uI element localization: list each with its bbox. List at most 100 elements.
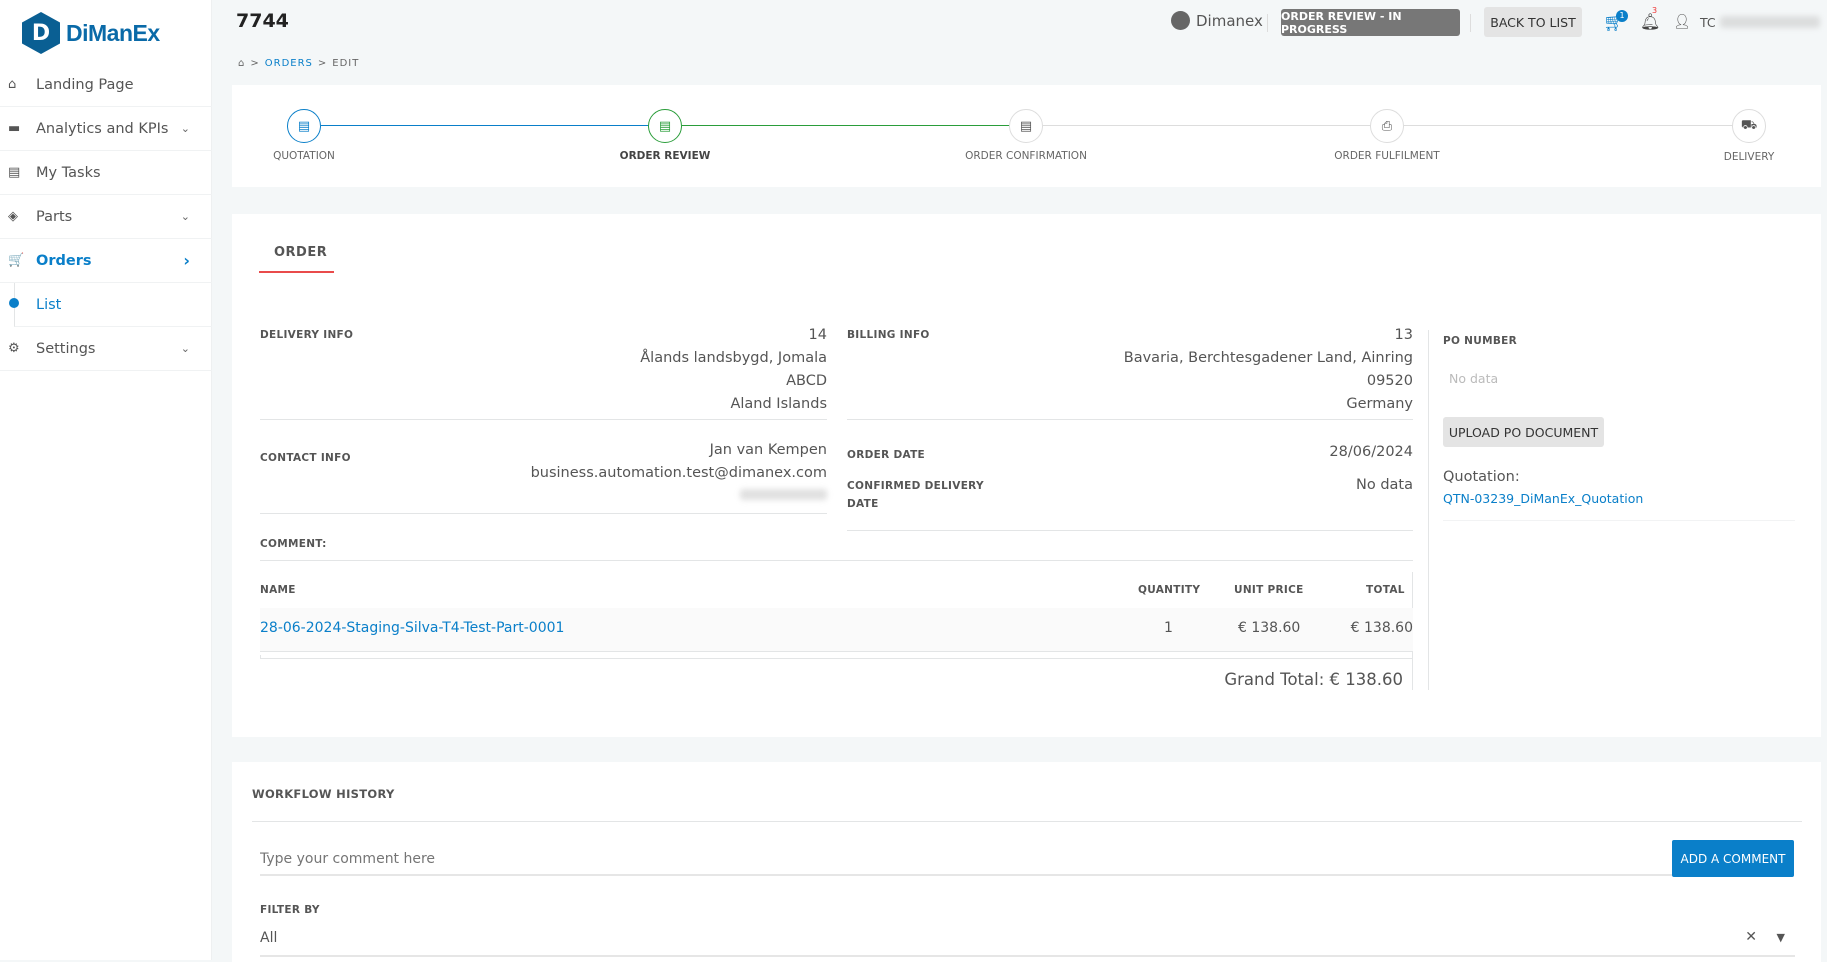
divider [1267, 14, 1268, 32]
filter-by-label: FILTER BY [260, 904, 320, 916]
filter-select[interactable]: All ✕ ▼ [260, 925, 1795, 957]
step-fulfilment-printer-icon[interactable]: ⎙ [1370, 109, 1404, 143]
sidebar-item-parts[interactable]: ◈ Parts ⌄ [0, 195, 212, 239]
user-icon[interactable]: 👤︎ [1673, 14, 1691, 30]
upload-po-document-button[interactable]: UPLOAD PO DOCUMENT [1443, 417, 1604, 447]
billing-info-label: BILLING INFO [847, 329, 930, 341]
sidebar-item-landing-page[interactable]: ⌂ Landing Page [0, 63, 212, 107]
step-quotation-clipboard-icon[interactable]: ▤ [287, 109, 321, 143]
home-icon: ⌂ [8, 77, 17, 92]
step-delivery-truck-icon[interactable]: ⛟ [1732, 109, 1766, 143]
sidebar-item-settings[interactable]: ⚙ Settings ⌄ [0, 327, 212, 371]
home-icon[interactable]: ⌂ [238, 58, 245, 69]
comment-label: COMMENT: [260, 538, 327, 550]
confirmed-delivery-value: No data [1356, 477, 1413, 493]
divider [260, 419, 827, 420]
confirmed-delivery-label: CONFIRMED DELIVERY DATE [847, 480, 984, 510]
clear-icon[interactable]: ✕ [1745, 929, 1757, 945]
step-connector [321, 125, 665, 126]
po-number-label: PO NUMBER [1443, 335, 1518, 347]
delivery-info-value: 14 Ålands landsbygd, Jomala ABCD Aland I… [640, 324, 827, 416]
chevron-down-icon: ⌄ [180, 122, 190, 135]
briefcase-icon: ▬ [8, 121, 21, 136]
table-row: 28-06-2024-Staging-Silva-T4-Test-Part-00… [260, 608, 1413, 652]
divider [260, 513, 827, 514]
quotation-label: Quotation: [1443, 469, 1520, 485]
contact-info-value: Jan van Kempen business.automation.test@… [531, 439, 827, 485]
tab-order[interactable]: ORDER [274, 245, 327, 260]
divider [252, 821, 1802, 822]
active-dot-icon [9, 298, 19, 308]
notifications-button[interactable]: 🔔︎ 3 [1640, 6, 1661, 31]
org-selector[interactable]: Dimanex [1171, 11, 1263, 30]
table-header-unit-price: UNIT PRICE [1234, 584, 1304, 596]
sidebar: D DiManEx ⌂ Landing Page ▬ Analytics and… [0, 0, 212, 960]
billing-line: 13 [1394, 327, 1413, 343]
divider [847, 419, 1413, 420]
sidebar-item-analytics[interactable]: ▬ Analytics and KPIs ⌄ [0, 107, 212, 151]
breadcrumb-separator: > [317, 58, 328, 69]
step-label: DELIVERY [1723, 151, 1775, 163]
add-comment-button[interactable]: ADD A COMMENT [1672, 840, 1794, 877]
delivery-info-label: DELIVERY INFO [260, 329, 354, 341]
billing-line: Germany [1346, 396, 1413, 412]
logo[interactable]: D DiManEx [22, 12, 160, 54]
sidebar-item-orders[interactable]: 🛒 Orders › [0, 239, 212, 283]
user-name-redacted [1720, 16, 1820, 28]
breadcrumb-separator: > [250, 58, 260, 69]
sidebar-subitem-list[interactable]: List [9, 283, 212, 327]
divider [847, 530, 1413, 531]
sidebar-item-my-tasks[interactable]: ▤ My Tasks [0, 151, 212, 195]
order-date-label: ORDER DATE [847, 449, 926, 461]
org-name: Dimanex [1196, 11, 1263, 30]
sidebar-item-label: Parts [36, 208, 73, 225]
comment-input[interactable] [260, 844, 1672, 876]
po-number-value: No data [1449, 371, 1499, 386]
notification-count-badge: 3 [1652, 6, 1658, 15]
table-footer [260, 655, 1413, 659]
step-order-review-clipboard-icon[interactable]: ▤ [648, 109, 682, 143]
part-name-link[interactable]: 28-06-2024-Staging-Silva-T4-Test-Part-00… [260, 620, 564, 636]
delivery-line: 14 [808, 327, 827, 343]
back-to-list-button[interactable]: BACK TO LIST [1484, 7, 1582, 37]
user-circle-icon [1171, 11, 1190, 30]
contact-info-label: CONTACT INFO [260, 452, 351, 464]
step-order-confirmation-clipboard-icon[interactable]: ▤ [1009, 109, 1043, 143]
order-date-value: 28/06/2024 [1329, 444, 1413, 460]
step-label: QUOTATION [273, 150, 335, 162]
quantity-cell: 1 [1164, 620, 1173, 636]
divider [1443, 520, 1795, 521]
clipboard-icon: ▤ [8, 165, 21, 180]
breadcrumb-edit: EDIT [332, 58, 360, 69]
contact-phone-redacted [740, 489, 827, 500]
contact-name: Jan van Kempen [709, 442, 827, 458]
billing-line: 09520 [1366, 373, 1413, 389]
delivery-line: Ålands landsbygd, Jomala [640, 350, 827, 366]
cart-button[interactable]: 🛒︎ 1 [1603, 10, 1628, 33]
layers-icon: ◈ [8, 209, 18, 224]
contact-email: business.automation.test@dimanex.com [530, 465, 827, 481]
chevron-right-icon: › [183, 251, 190, 270]
workflow-history-title: WORKFLOW HISTORY [252, 787, 395, 801]
table-header-quantity: QUANTITY [1138, 584, 1201, 596]
dropdown-caret-icon[interactable]: ▼ [1777, 931, 1785, 944]
step-label: ORDER REVIEW [619, 150, 711, 162]
step-connector [1043, 125, 1387, 126]
table-header-name: NAME [260, 584, 296, 596]
breadcrumb-orders[interactable]: ORDERS [265, 58, 313, 69]
user-initials[interactable]: TC [1700, 15, 1716, 30]
step-connector [682, 125, 1026, 126]
column-divider [1428, 330, 1429, 690]
grand-total: Grand Total: € 138.60 [1224, 670, 1403, 689]
bell-icon: 🔔︎ [1640, 12, 1661, 31]
cart-icon: 🛒 [8, 253, 25, 268]
logo-text: DiManEx [66, 19, 160, 46]
billing-info-value: 13 Bavaria, Berchtesgadener Land, Ainrin… [1124, 324, 1413, 416]
quotation-link[interactable]: QTN-03239_DiManEx_Quotation [1443, 491, 1643, 506]
breadcrumb: ⌂ > ORDERS > EDIT [238, 58, 359, 69]
page-title: 7744 [236, 10, 289, 32]
delivery-line: ABCD [786, 373, 827, 389]
sidebar-item-label: List [36, 296, 62, 313]
sidebar-item-label: Settings [36, 340, 96, 357]
total-cell: € 138.60 [1350, 620, 1413, 636]
